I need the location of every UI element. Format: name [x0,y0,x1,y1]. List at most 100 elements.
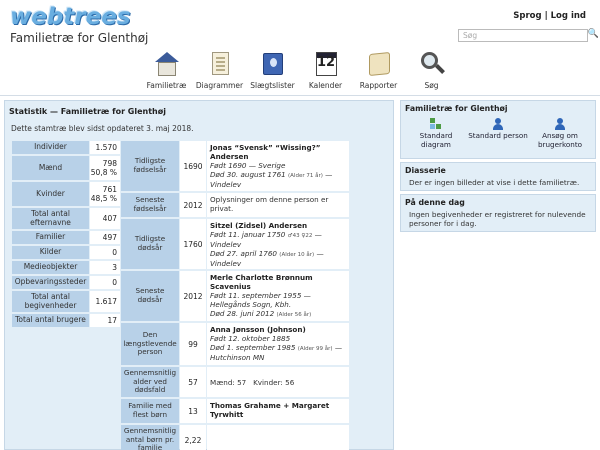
person-age: (Alder 99 år) [297,346,333,352]
detail-content: Mænd: 57 Kvinder: 56 [207,367,349,397]
stat-count: 798 [102,159,117,168]
block-title: Statistik — Familietræ for Glenthøj [9,107,166,116]
detail-row-latest-birth: Seneste fødselsår 2012 Oplysninger om de… [121,193,349,217]
detail-content: Anna Jønsson (Johnson) Født 12. oktober … [207,323,349,365]
person-death-date: Død 30. august 1761 [210,170,286,179]
language-link[interactable]: Sprog [513,11,541,21]
stat-value: 761 48,5 % [90,182,120,206]
person-birth: Født 11. januar 1750 ♂43 ♀22 — [210,230,346,240]
stat-row-surnames: Total antal efternavne 407 [12,208,120,229]
detail-content: Merle Charlotte Brønnum Scavenius Født 1… [207,271,349,321]
stat-label: Total antal begivenheder [12,291,89,312]
stat-label[interactable]: Familier [12,231,89,244]
stat-value: 798 50,8 % [90,156,120,180]
tree-chart-icon [430,118,442,130]
person-name-link[interactable]: Sitzel (Zidsel) Andersen [210,221,346,230]
person-death: Død 27. april 1760 (Alder 10 år) — [210,249,346,259]
detail-value: 2,22 [180,425,206,450]
shortcut-label: Standard person [468,131,528,140]
search-input[interactable]: Søg 🔍 [458,29,599,42]
stat-value: 1.617 [90,291,120,312]
stat-label[interactable]: Individer [12,141,89,154]
detail-content [207,425,349,450]
slideshow-block: Diasserie Der er ingen billeder at vise … [400,162,596,191]
scroll-icon [365,50,393,78]
detail-row-average-age: Gennemsnitlig alder ved dødsfald 57 Mænd… [121,367,349,397]
tree-block-title: Familietræ for Glenthøj [405,104,508,113]
person-age: (Alder 71 år) [288,173,323,179]
stat-value: 407 [90,208,120,229]
stat-value: 0 [90,246,120,259]
detail-year: 99 [180,323,206,365]
person-name-link[interactable]: Jonas “Svensk” “Wissing?” Andersen [210,143,346,161]
statistics-block: Statistik — Familietræ for Glenthøj Dett… [4,100,394,450]
menu-item-kalender[interactable]: 12 Kalender [299,48,352,90]
detail-year: 2012 [180,193,206,217]
detail-row-most-children: Familie med flest børn 13 Thomas Grahame… [121,399,349,423]
header-divider [0,95,600,96]
menu-item-diagrammer[interactable]: Diagrammer [193,48,246,90]
menu-item-rapporter[interactable]: Rapporter [352,48,405,90]
stat-label[interactable]: Kvinder [12,182,89,206]
search-placeholder: Søg [463,31,478,40]
menu-item-familietrae[interactable]: Familietræ [140,48,193,90]
menu-label: Søg [424,81,439,90]
menu-label: Kalender [308,81,343,90]
person-death: Død 30. august 1761 (Alder 71 år) — [210,170,346,180]
standard-person-link[interactable]: Standard person [468,118,528,149]
detail-value: 57 [180,367,206,397]
detail-label: Gennemsnitlig alder ved dødsfald [121,367,179,397]
house-icon [153,50,181,78]
detail-row-longest-living: Den længstlevende person 99 Anna Jønsson… [121,323,349,365]
detail-content: Thomas Grahame + Margaret Tyrwhitt [207,399,349,423]
stat-row-individuals: Individer 1.570 [12,141,120,154]
stat-row-repositories: Opbevaringssteder 0 [12,276,120,289]
stat-label[interactable]: Mænd [12,156,89,180]
stat-value: 0 [90,276,120,289]
person-birth: Født 1690 — Sverige [210,161,286,170]
request-account-link[interactable]: Ansøg om brugerkonto [530,118,590,149]
user-add-icon [554,118,566,130]
stat-value: 3 [90,261,120,274]
family-name-link[interactable]: Thomas Grahame + Margaret Tyrwhitt [210,401,346,419]
person-name-link[interactable]: Merle Charlotte Brønnum Scavenius [210,273,346,291]
person-name-link[interactable]: Anna Jønsson (Johnson) [210,325,346,334]
detail-label: Seneste dødsår [121,271,179,321]
stat-value: 1.570 [90,141,120,154]
person-death-place: Hutchinson MN [210,352,265,362]
search-icon[interactable]: 🔍 [588,29,599,39]
detail-label: Tidligste fødselsår [121,141,179,191]
detail-content: Sitzel (Zidsel) Andersen Født 11. januar… [207,219,349,269]
standard-chart-link[interactable]: Standard diagram [406,118,466,149]
stat-label[interactable]: Kilder [12,246,89,259]
detail-label: Familie med flest børn [121,399,179,423]
detail-content: Jonas “Svensk” “Wissing?” Andersen Født … [207,141,349,191]
menu-label: Slægtslister [250,81,295,90]
menu-item-slaegtslister[interactable]: Slægtslister [246,48,299,90]
menu-label: Familietræ [146,81,187,90]
site-logo[interactable]: webtrees [10,4,131,30]
person-birth: Født 11. september 1955 — [210,291,311,300]
tree-block: Familietræ for Glenthøj Standard diagram… [400,100,596,159]
person-birth-place: Vindelev [210,239,242,249]
stat-row-males: Mænd 798 50,8 % [12,156,120,180]
chart-document-icon [206,50,234,78]
stat-label[interactable]: Opbevaringssteder [12,276,89,289]
detail-content: Oplysninger om denne person er privat. [207,193,349,217]
detail-label: Gennemsnitlig antal børn pr. familie [121,425,179,450]
menu-item-soeg[interactable]: Søg [405,48,458,90]
stat-percent: 48,5 % [90,194,117,203]
sidebar: Familietræ for Glenthøj Standard diagram… [400,100,596,235]
stat-row-sources: Kilder 0 [12,246,120,259]
login-link[interactable]: Log ind [551,11,586,21]
stat-label[interactable]: Total antal efternavne [12,208,89,229]
book-icon [259,50,287,78]
site-title: Familietræ for Glenthøj [10,31,149,45]
person-death-place: Vindelev [210,179,242,189]
detail-label: Seneste fødselsår [121,193,179,217]
detail-year: 2012 [180,271,206,321]
stat-row-users: Total antal brugere 17 [12,314,120,327]
stat-label[interactable]: Medieobjekter [12,261,89,274]
on-this-day-text: Ingen begivenheder er registreret for nu… [409,210,586,229]
person-death: Død 28. juni 2012 (Alder 56 år) [210,309,346,319]
